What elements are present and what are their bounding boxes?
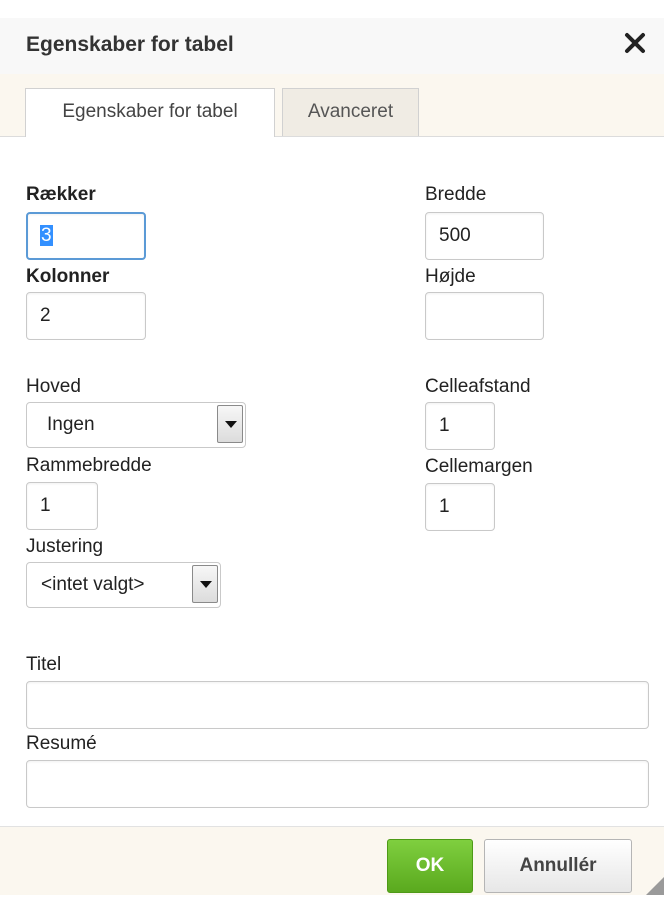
cancel-button[interactable]: Annullér bbox=[484, 839, 632, 893]
width-value: 500 bbox=[439, 225, 471, 246]
width-input[interactable]: 500 bbox=[425, 212, 544, 260]
dialog-footer: OK Annullér bbox=[0, 826, 664, 895]
top-strip bbox=[0, 0, 664, 18]
table-properties-dialog: Egenskaber for tabel Egenskaber for tabe… bbox=[0, 0, 664, 895]
summary-label: Resumé bbox=[26, 733, 97, 754]
align-value: <intet valgt> bbox=[41, 574, 145, 595]
tab-label: Egenskaber for tabel bbox=[62, 101, 238, 122]
height-label: Højde bbox=[425, 266, 476, 287]
cellpadding-label: Cellemargen bbox=[425, 456, 533, 477]
cellpadding-value: 1 bbox=[439, 496, 450, 517]
columns-value: 2 bbox=[40, 305, 51, 326]
border-input[interactable]: 1 bbox=[26, 482, 98, 530]
dialog-title: Egenskaber for tabel bbox=[26, 33, 234, 56]
columns-label: Kolonner bbox=[26, 266, 110, 287]
caption-label: Titel bbox=[26, 654, 62, 675]
width-label: Bredde bbox=[425, 184, 487, 205]
border-label: Rammebredde bbox=[26, 455, 152, 476]
summary-input[interactable] bbox=[26, 760, 649, 808]
rows-value: 3 bbox=[40, 225, 53, 246]
cellspacing-label: Celleafstand bbox=[425, 376, 531, 397]
close-icon[interactable] bbox=[622, 30, 648, 56]
header-select[interactable]: Ingen bbox=[26, 402, 246, 448]
align-label: Justering bbox=[26, 536, 104, 557]
tab-bar: Egenskaber for tabel Avanceret bbox=[0, 74, 664, 137]
cellpadding-input[interactable]: 1 bbox=[425, 483, 495, 531]
columns-input[interactable]: 2 bbox=[26, 292, 146, 340]
ok-button[interactable]: OK bbox=[387, 839, 473, 893]
height-input[interactable] bbox=[425, 292, 544, 340]
dialog-titlebar[interactable]: Egenskaber for tabel bbox=[0, 18, 664, 75]
header-value: Ingen bbox=[47, 414, 95, 435]
dropdown-arrow-icon[interactable] bbox=[217, 405, 243, 443]
rows-label: Rækker bbox=[26, 184, 96, 205]
tab-table-properties[interactable]: Egenskaber for tabel bbox=[25, 88, 275, 137]
caption-input[interactable] bbox=[26, 681, 649, 729]
tab-label: Avanceret bbox=[307, 101, 394, 122]
cellspacing-input[interactable]: 1 bbox=[425, 402, 495, 450]
resize-grip-icon[interactable] bbox=[642, 873, 664, 895]
cellspacing-value: 1 bbox=[439, 415, 450, 436]
border-value: 1 bbox=[40, 495, 51, 516]
align-select[interactable]: <intet valgt> bbox=[26, 562, 221, 608]
tab-advanced[interactable]: Avanceret bbox=[282, 88, 419, 136]
rows-input[interactable]: 3 bbox=[26, 212, 146, 260]
dropdown-arrow-icon[interactable] bbox=[192, 565, 218, 603]
header-label: Hoved bbox=[26, 376, 81, 397]
